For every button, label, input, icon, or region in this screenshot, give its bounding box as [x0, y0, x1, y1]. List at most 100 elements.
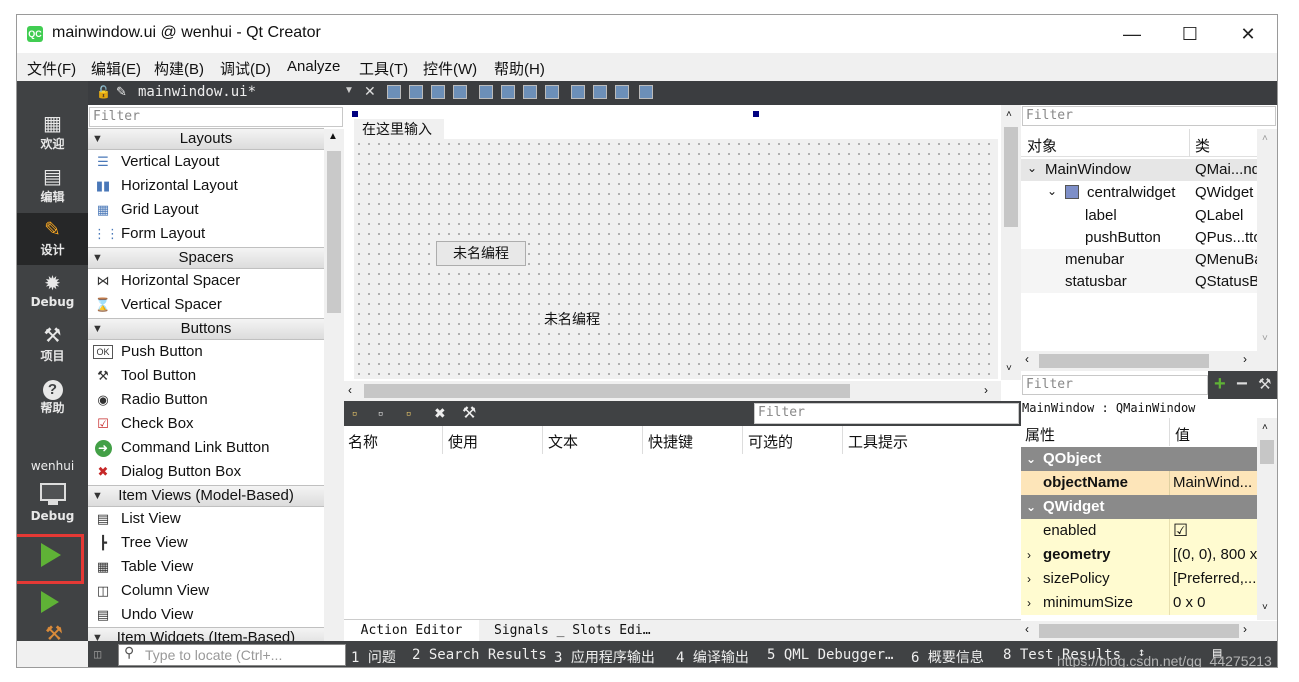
scroll-left-icon[interactable]: ‹ [348, 383, 352, 397]
layout-vertical-icon[interactable] [501, 85, 515, 99]
mode-projects[interactable]: ⚒ 项目 [17, 319, 88, 371]
scroll-right-icon[interactable]: › [984, 383, 988, 397]
property-filter-input[interactable]: Filter [1022, 375, 1208, 395]
delete-action-icon[interactable]: ✖ [434, 405, 446, 422]
scroll-thumb[interactable] [1260, 440, 1274, 464]
object-vscrollbar[interactable]: ˄ ˅ [1257, 129, 1277, 351]
mode-debug[interactable]: ✹ Debug [17, 267, 88, 319]
widget-box-scrollbar[interactable]: ▲ [324, 129, 344, 641]
pane-issues[interactable]: 1 问题 [351, 647, 396, 667]
chevron-down-icon[interactable]: ⌄ [1047, 184, 1057, 198]
property-row-objectname[interactable]: objectName MainWind... [1021, 471, 1257, 495]
configure-wrench-icon[interactable]: ⚒ [462, 403, 476, 423]
col-used[interactable]: 使用 [448, 431, 478, 452]
chevron-down-icon[interactable]: ▼ [344, 85, 354, 96]
form-push-button[interactable]: 未名编程 [436, 241, 526, 266]
property-value[interactable]: [Preferred,... [1173, 567, 1257, 591]
mode-design[interactable]: ✎ 设计 [17, 213, 88, 265]
category-item-views[interactable]: ▼ Item Views (Model-Based) [88, 485, 324, 507]
col-name[interactable]: 名称 [348, 431, 378, 452]
edit-buddies-icon[interactable] [431, 85, 445, 99]
tab-action-editor[interactable]: Action Editor [344, 620, 479, 642]
object-row-centralwidget[interactable]: ⌄ centralwidget QWidget [1021, 182, 1257, 204]
scroll-up-icon[interactable]: ˄ [1006, 109, 1012, 120]
run-button[interactable] [41, 543, 61, 567]
widget-vertical-spacer[interactable]: ⌛ Vertical Spacer [88, 293, 324, 317]
property-row-minimumsize[interactable]: › minimumSize 0 x 0 [1021, 591, 1257, 615]
scroll-thumb[interactable] [1039, 354, 1209, 368]
chevron-down-icon[interactable]: ⌄ [1026, 495, 1036, 519]
kit-selector[interactable]: Debug [17, 479, 88, 529]
layout-form-icon[interactable] [571, 85, 585, 99]
col-tooltip[interactable]: 工具提示 [848, 431, 908, 452]
pane-application-output[interactable]: 3 应用程序输出 [554, 647, 655, 667]
menu-help[interactable]: 帮助(H) [494, 58, 545, 79]
scroll-up-icon[interactable]: ˄ [1262, 133, 1268, 144]
widget-check-box[interactable]: ☑ Check Box [88, 412, 324, 436]
scroll-thumb[interactable] [364, 384, 850, 398]
scroll-thumb[interactable] [327, 151, 341, 313]
close-document-icon[interactable]: ✕ [364, 83, 376, 100]
col-value[interactable]: 值 [1175, 424, 1190, 445]
col-property[interactable]: 属性 [1025, 424, 1055, 445]
scroll-left-icon[interactable]: ‹ [1025, 622, 1029, 636]
menu-tools[interactable]: 工具(T) [359, 58, 408, 79]
property-value[interactable]: [(0, 0), 800 x [1173, 543, 1257, 567]
scroll-thumb[interactable] [1004, 127, 1018, 227]
widget-tree-view[interactable]: ┣ Tree View [88, 531, 324, 555]
col-checkable[interactable]: 可选的 [748, 431, 793, 452]
object-row-statusbar[interactable]: statusbar QStatusBar [1021, 271, 1257, 293]
form-menubar-placeholder[interactable]: 在这里输入 [354, 119, 444, 139]
category-buttons[interactable]: ▼ Buttons [88, 318, 324, 340]
widget-filter-input[interactable]: Filter [89, 107, 343, 127]
chevron-right-icon[interactable]: › [1027, 567, 1031, 591]
col-object[interactable]: 对象 [1027, 135, 1057, 156]
property-value[interactable]: MainWind... [1173, 471, 1257, 495]
widget-column-view[interactable]: ◫ Column View [88, 579, 324, 603]
property-group-qwidget[interactable]: ⌄ QWidget [1021, 495, 1257, 519]
layout-horizontal-icon[interactable] [479, 85, 493, 99]
edit-tab-order-icon[interactable] [453, 85, 467, 99]
chevron-down-icon[interactable]: ⌄ [1026, 447, 1036, 471]
scroll-up-icon[interactable]: ˄ [1262, 422, 1268, 433]
selection-handle[interactable] [352, 111, 358, 117]
property-row-geometry[interactable]: › geometry [(0, 0), 800 x [1021, 543, 1257, 567]
pane-search-results[interactable]: 2 Search Results [412, 647, 547, 663]
property-vscrollbar[interactable]: ˄ ˅ [1257, 418, 1277, 620]
col-shortcut[interactable]: 快捷键 [648, 431, 693, 452]
object-hscrollbar[interactable]: ‹ › [1021, 351, 1277, 371]
widget-undo-view[interactable]: ▤ Undo View [88, 603, 324, 627]
scroll-right-icon[interactable]: › [1243, 622, 1247, 636]
selection-handle[interactable] [753, 111, 759, 117]
form-label[interactable]: 未名编程 [544, 309, 600, 329]
tab-signals-slots[interactable]: Signals _ Slots Edi… [494, 620, 651, 642]
chevron-down-icon[interactable]: ⌄ [1027, 161, 1037, 175]
widget-form-layout[interactable]: ⋮⋮ Form Layout [88, 222, 324, 246]
copy-action-icon[interactable]: ▫ [378, 405, 383, 421]
form-central-widget[interactable]: 未名编程 未名编程 [354, 139, 998, 379]
object-row-menubar[interactable]: menubar QMenuBar [1021, 249, 1257, 271]
close-button[interactable]: ✕ [1219, 15, 1277, 53]
remove-property-icon[interactable]: − [1236, 373, 1248, 396]
property-row-enabled[interactable]: enabled ☑ [1021, 519, 1257, 543]
toggle-sidebar-icon[interactable]: ◫ [94, 647, 101, 661]
debug-run-button[interactable] [41, 591, 59, 613]
pane-general-messages[interactable]: 6 概要信息 [911, 647, 984, 667]
widget-tool-button[interactable]: ⚒ Tool Button [88, 364, 324, 388]
mode-help[interactable]: ? 帮助 [17, 371, 88, 423]
action-filter-input[interactable]: Filter [754, 403, 1019, 424]
scroll-up-icon[interactable]: ▲ [328, 131, 338, 142]
property-hscrollbar[interactable]: ‹ › [1021, 621, 1277, 641]
pane-qml-debugger[interactable]: 5 QML Debugger… [767, 647, 893, 663]
object-row-pushbutton[interactable]: pushButton QPus...tton [1021, 227, 1257, 249]
widget-dialog-button-box[interactable]: ✖ Dialog Button Box [88, 460, 324, 484]
col-class[interactable]: 类 [1195, 135, 1210, 156]
layout-grid-icon[interactable] [593, 85, 607, 99]
chevron-right-icon[interactable]: › [1027, 543, 1031, 567]
widget-list-view[interactable]: ▤ List View [88, 507, 324, 531]
menu-debug[interactable]: 调试(D) [220, 58, 271, 79]
build-hammer-icon[interactable]: ⚒ [45, 621, 63, 646]
adjust-size-icon[interactable] [639, 85, 653, 99]
scroll-thumb[interactable] [1039, 624, 1239, 638]
scroll-left-icon[interactable]: ‹ [1025, 352, 1029, 366]
